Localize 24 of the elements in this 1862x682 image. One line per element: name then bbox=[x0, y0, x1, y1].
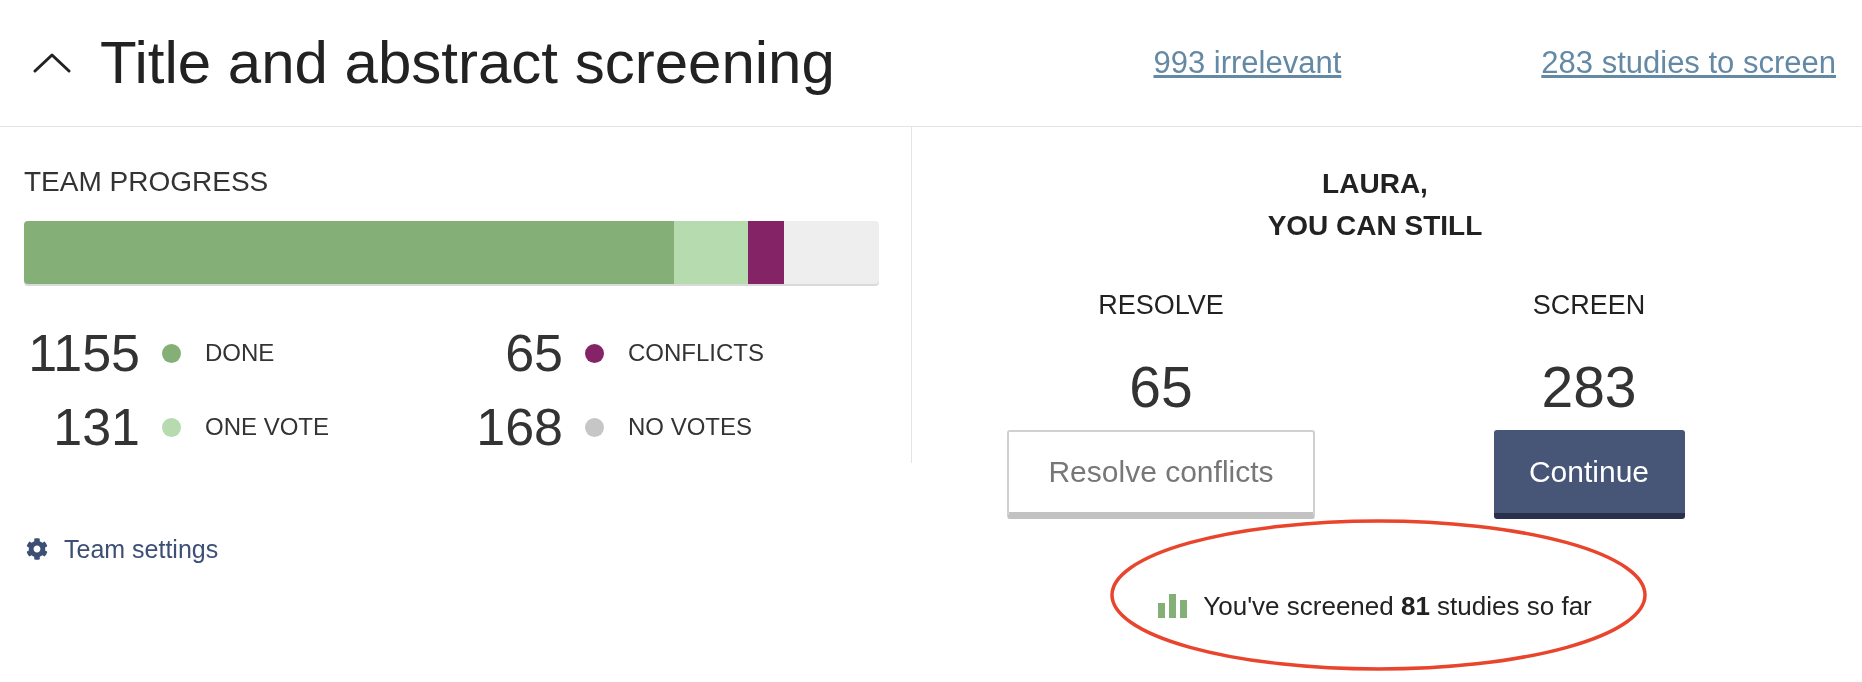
action-count: 283 bbox=[1541, 355, 1637, 419]
settings-icon bbox=[26, 538, 48, 560]
status-label: NO VOTES bbox=[628, 412, 753, 442]
greeting-text: LAURA, YOU CAN STILL bbox=[1267, 167, 1483, 243]
action-heading: SCREEN bbox=[1532, 289, 1646, 322]
team-settings-link[interactable]: Team settings bbox=[26, 534, 219, 564]
bar-chart-icon bbox=[1158, 594, 1188, 618]
link[interactable]: 993 irrelevant bbox=[1153, 43, 1342, 83]
status-label: CONFLICTS bbox=[628, 338, 764, 368]
count-number: 1155 bbox=[27, 323, 140, 383]
chevron-up-icon[interactable] bbox=[33, 53, 71, 73]
screened-count-text: You've screened 81 studies so far bbox=[1203, 590, 1592, 622]
team-progress-heading: TEAM PROGRESS bbox=[24, 165, 270, 199]
count-number: 65 bbox=[504, 323, 563, 383]
count-number: 168 bbox=[475, 397, 563, 457]
link[interactable]: 283 studies to screen bbox=[1541, 43, 1836, 83]
section-title: Title and abstract screening bbox=[100, 28, 835, 98]
count-number: 131 bbox=[52, 397, 140, 457]
continue-button[interactable]: Continue bbox=[1493, 430, 1685, 519]
status-label: DONE bbox=[205, 338, 275, 368]
action-heading: RESOLVE bbox=[1098, 289, 1224, 322]
status-label: ONE VOTE bbox=[205, 412, 330, 442]
action-count: 65 bbox=[1129, 355, 1193, 419]
resolve-conflicts-button[interactable]: Resolve conflicts bbox=[1007, 430, 1315, 519]
